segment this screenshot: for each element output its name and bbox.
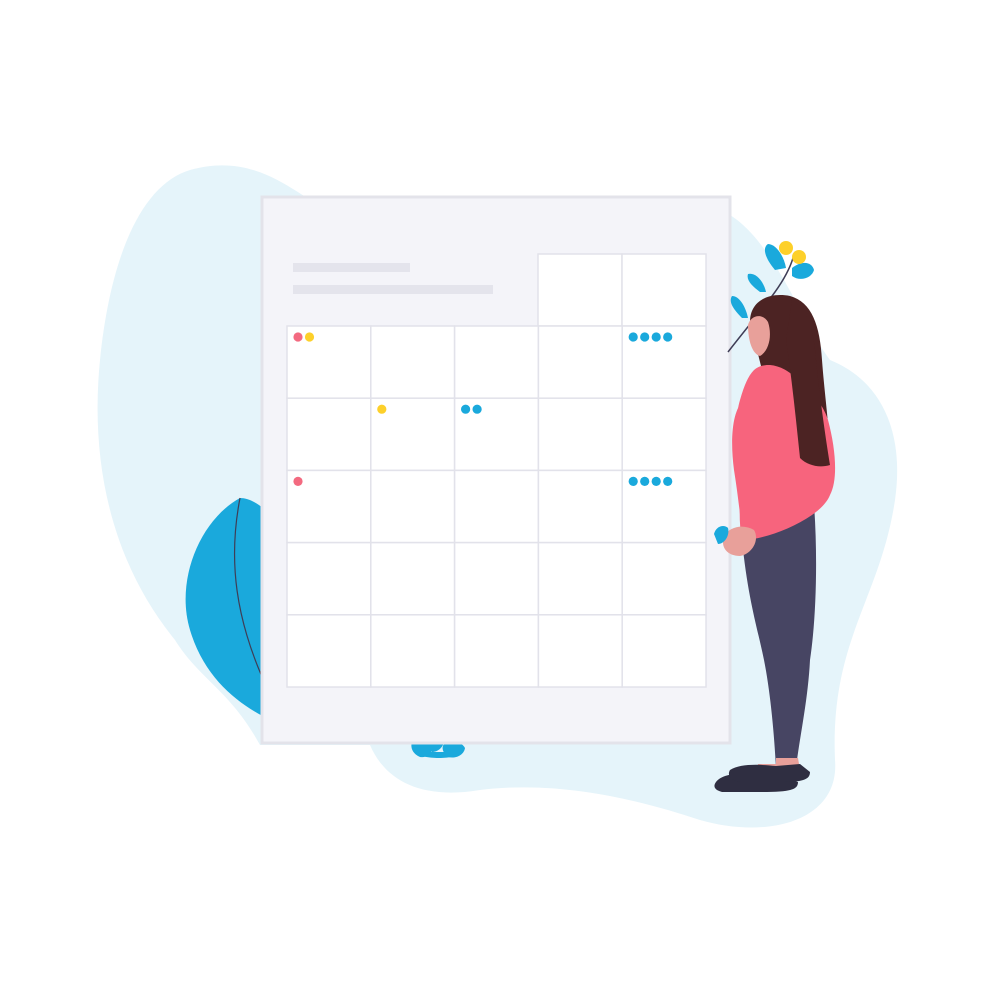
calendar-cell: [537, 614, 623, 688]
calendar-cell: [621, 541, 707, 616]
calendar-cell: [621, 614, 707, 688]
title-placeholder-bar: [293, 263, 410, 272]
calendar-grid: [286, 325, 707, 688]
event-dot: [472, 404, 482, 414]
calendar-cell: [453, 541, 540, 616]
event-dot: [628, 476, 638, 486]
event-dot: [651, 332, 661, 342]
event-dot: [663, 332, 673, 342]
shoe-right: [728, 764, 810, 782]
event-dot: [640, 332, 650, 342]
event-dot: [304, 332, 315, 342]
event-dot: [628, 332, 638, 342]
calendar-cell: [537, 397, 623, 472]
event-dot: [293, 476, 303, 486]
calendar-cell: [537, 541, 623, 616]
event-dot: [293, 332, 303, 342]
calendar-cell: [453, 325, 540, 399]
calendar-cell: [453, 469, 540, 544]
calendar-cell: [370, 614, 456, 688]
calendar-cell: [537, 325, 623, 399]
event-dot: [377, 404, 387, 414]
calendar-cell: [286, 541, 372, 616]
header-cells: [537, 253, 707, 327]
event-dot: [461, 404, 471, 414]
calendar-cell: [370, 541, 456, 616]
event-dot: [663, 476, 673, 486]
event-dots: [293, 476, 303, 486]
calendar-cell: [286, 397, 372, 472]
event-dots: [377, 404, 387, 414]
calendar-cell: [453, 614, 540, 688]
subtitle-placeholder-bar: [293, 285, 493, 294]
calendar-cell: [286, 614, 372, 688]
calendar-illustration: [97, 165, 898, 828]
event-dot: [640, 476, 650, 486]
calendar-cell: [370, 325, 456, 399]
calendar-cell: [621, 397, 707, 472]
calendar-cell: [370, 469, 456, 544]
calendar-cell: [537, 469, 623, 544]
event-dot: [651, 476, 661, 486]
